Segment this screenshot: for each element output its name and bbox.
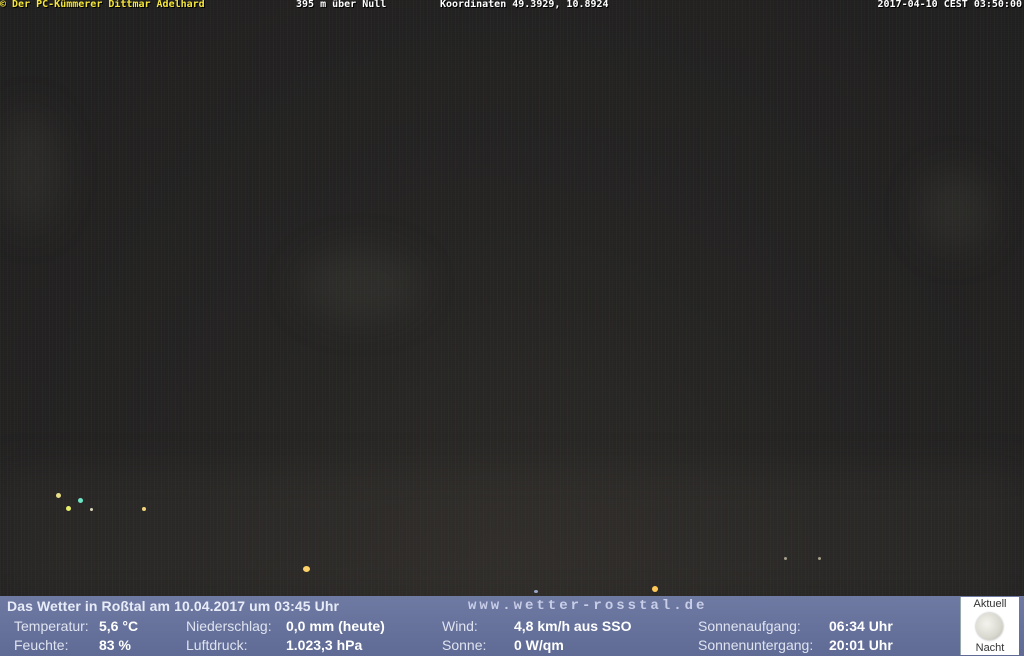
webcam-night-image bbox=[0, 0, 1024, 596]
sun-value: 0 W/qm bbox=[514, 637, 564, 653]
weather-bar: Das Wetter in Roßtal am 10.04.2017 um 03… bbox=[0, 596, 1024, 656]
temperature-label: Temperatur: bbox=[14, 618, 89, 634]
moon-panel-bottom-label: Nacht bbox=[975, 642, 1005, 654]
moon-panel-top-label: Aktuell bbox=[973, 598, 1007, 610]
distant-light bbox=[784, 557, 787, 560]
moon-phase-panel: Aktuell Nacht bbox=[960, 597, 1019, 655]
sunset-label: Sonnenuntergang: bbox=[698, 637, 814, 653]
distant-light bbox=[818, 557, 821, 560]
full-moon-icon bbox=[976, 613, 1003, 640]
hillside-silhouette bbox=[0, 470, 1024, 596]
timestamp-text: 2017-04-10 CEST 03:50:00 bbox=[877, 0, 1023, 10]
sunrise-value: 06:34 Uhr bbox=[829, 618, 893, 634]
sunrise-label: Sonnenaufgang: bbox=[698, 618, 801, 634]
noise-patch bbox=[920, 170, 990, 250]
temperature-value: 5,6 °C bbox=[99, 618, 139, 634]
webcam-info-overlay: © Der PC-Kümmerer Dittmar Adelhard 395 m… bbox=[0, 0, 1024, 12]
sun-label: Sonne: bbox=[442, 637, 487, 653]
wind-label: Wind: bbox=[442, 618, 478, 634]
village-light bbox=[142, 507, 146, 511]
village-light bbox=[66, 506, 71, 511]
elevation-text: 395 m über Null bbox=[296, 0, 387, 10]
weather-title: Das Wetter in Roßtal am 10.04.2017 um 03… bbox=[7, 598, 340, 614]
precipitation-label: Niederschlag: bbox=[186, 618, 272, 634]
street-light bbox=[652, 586, 658, 592]
owner-credit: © Der PC-Kümmerer Dittmar Adelhard bbox=[0, 0, 205, 10]
sunset-value: 20:01 Uhr bbox=[829, 637, 893, 653]
street-light bbox=[303, 566, 310, 572]
village-light bbox=[56, 493, 61, 498]
village-light bbox=[78, 498, 83, 503]
precipitation-value: 0,0 mm (heute) bbox=[286, 618, 385, 634]
coordinates-text: Koordinaten 49.3929, 10.8924 bbox=[440, 0, 609, 10]
pressure-value: 1.023,3 hPa bbox=[286, 637, 363, 653]
humidity-value: 83 % bbox=[99, 637, 131, 653]
pressure-label: Luftdruck: bbox=[186, 637, 248, 653]
village-light bbox=[90, 508, 93, 511]
noise-patch bbox=[0, 110, 60, 230]
street-light bbox=[534, 590, 538, 593]
website-link[interactable]: www.wetter-rosstal.de bbox=[468, 598, 707, 614]
wind-value: 4,8 km/h aus SSO bbox=[514, 618, 632, 634]
noise-patch bbox=[300, 250, 420, 320]
humidity-label: Feuchte: bbox=[14, 637, 69, 653]
